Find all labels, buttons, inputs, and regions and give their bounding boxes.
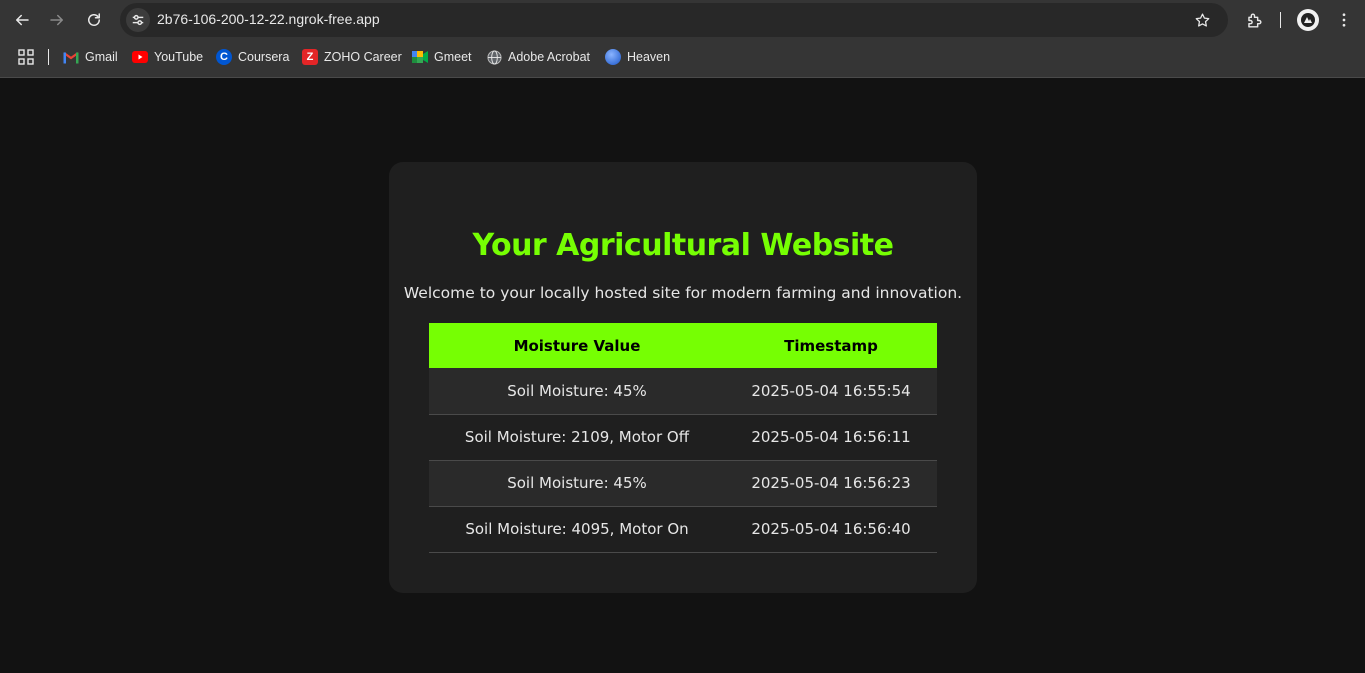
bookmarks-bar: Gmail YouTube C Coursera Z ZOHO Career G… (0, 44, 1365, 70)
star-icon (1195, 12, 1209, 27)
content-card: Your Agricultural Website Welcome to you… (389, 162, 977, 593)
bookmark-label: Gmail (85, 50, 118, 64)
extensions-button[interactable] (1242, 8, 1266, 32)
forward-button[interactable] (43, 6, 71, 34)
puzzle-icon (1247, 13, 1261, 28)
bookmark-youtube[interactable]: YouTube (132, 47, 203, 67)
bookmark-label: Adobe Acrobat (508, 50, 591, 64)
intro-text: Welcome to your locally hosted site for … (403, 284, 963, 302)
timestamp-cell: 2025-05-04 16:56:40 (725, 506, 937, 553)
bookmarks-divider (48, 49, 49, 65)
arrow-left-icon (16, 14, 29, 26)
arrow-right-icon (50, 14, 63, 26)
table-row: Soil Moisture: 4095, Motor On 2025-05-04… (429, 506, 937, 553)
profile-icon (1301, 13, 1315, 27)
bookmark-coursera[interactable]: C Coursera (216, 47, 289, 67)
bookmark-zoho-career[interactable]: Z ZOHO Career (302, 47, 402, 67)
browser-menu-button[interactable] (1332, 8, 1356, 32)
youtube-icon (132, 49, 148, 65)
bookmark-label: YouTube (154, 50, 204, 64)
table-row: Soil Moisture: 45% 2025-05-04 16:56:23 (429, 460, 937, 507)
moisture-table: Moisture Value Timestamp Soil Moisture: … (429, 323, 937, 553)
kebab-menu-icon (1342, 13, 1346, 27)
zoho-icon: Z (302, 49, 318, 65)
bookmark-label: ZOHO Career (324, 50, 402, 64)
timestamp-cell: 2025-05-04 16:55:54 (725, 368, 937, 415)
page-title: Your Agricultural Website (472, 228, 894, 263)
reload-button[interactable] (80, 6, 108, 34)
timestamp-cell: 2025-05-04 16:56:23 (725, 460, 937, 507)
moisture-cell: Soil Moisture: 45% (429, 460, 725, 507)
moisture-cell: Soil Moisture: 2109, Motor Off (429, 414, 725, 461)
profile-avatar[interactable] (1297, 9, 1319, 31)
moisture-cell: Soil Moisture: 4095, Motor On (429, 506, 725, 553)
gmeet-icon (412, 49, 428, 65)
apps-grid-icon[interactable] (18, 49, 34, 65)
bookmark-star-button[interactable] (1192, 10, 1212, 30)
column-header-moisture: Moisture Value (429, 323, 725, 368)
table-row: Soil Moisture: 45% 2025-05-04 16:55:54 (429, 368, 937, 415)
table-header-row: Moisture Value Timestamp (429, 323, 937, 368)
site-info-button[interactable] (126, 8, 150, 32)
back-button[interactable] (8, 6, 36, 34)
bookmark-gmeet[interactable]: Gmeet (412, 47, 472, 67)
bookmark-label: Coursera (238, 50, 290, 64)
browser-toolbar: 2b76-106-200-12-22.ngrok-free.app (0, 0, 1365, 40)
globe-icon (486, 49, 502, 65)
bookmark-label: Gmeet (434, 50, 472, 64)
reload-icon (88, 13, 100, 26)
address-bar[interactable]: 2b76-106-200-12-22.ngrok-free.app (120, 3, 1228, 37)
gmail-icon (63, 49, 79, 65)
bookmark-label: Heaven (627, 50, 671, 64)
bookmark-gmail[interactable]: Gmail (63, 47, 118, 67)
table-row: Soil Moisture: 2109, Motor Off 2025-05-0… (429, 414, 937, 461)
browser-chrome: 2b76-106-200-12-22.ngrok-free.app Gmail … (0, 0, 1365, 78)
bookmark-adobe-acrobat[interactable]: Adobe Acrobat (486, 47, 590, 67)
bookmark-heaven[interactable]: Heaven (605, 47, 670, 67)
heaven-icon (605, 49, 621, 65)
url-text[interactable]: 2b76-106-200-12-22.ngrok-free.app (157, 11, 380, 27)
coursera-icon: C (216, 49, 232, 65)
tune-icon (132, 14, 144, 26)
timestamp-cell: 2025-05-04 16:56:11 (725, 414, 937, 461)
column-header-timestamp: Timestamp (725, 323, 937, 368)
moisture-cell: Soil Moisture: 45% (429, 368, 725, 415)
toolbar-divider (1280, 12, 1281, 28)
